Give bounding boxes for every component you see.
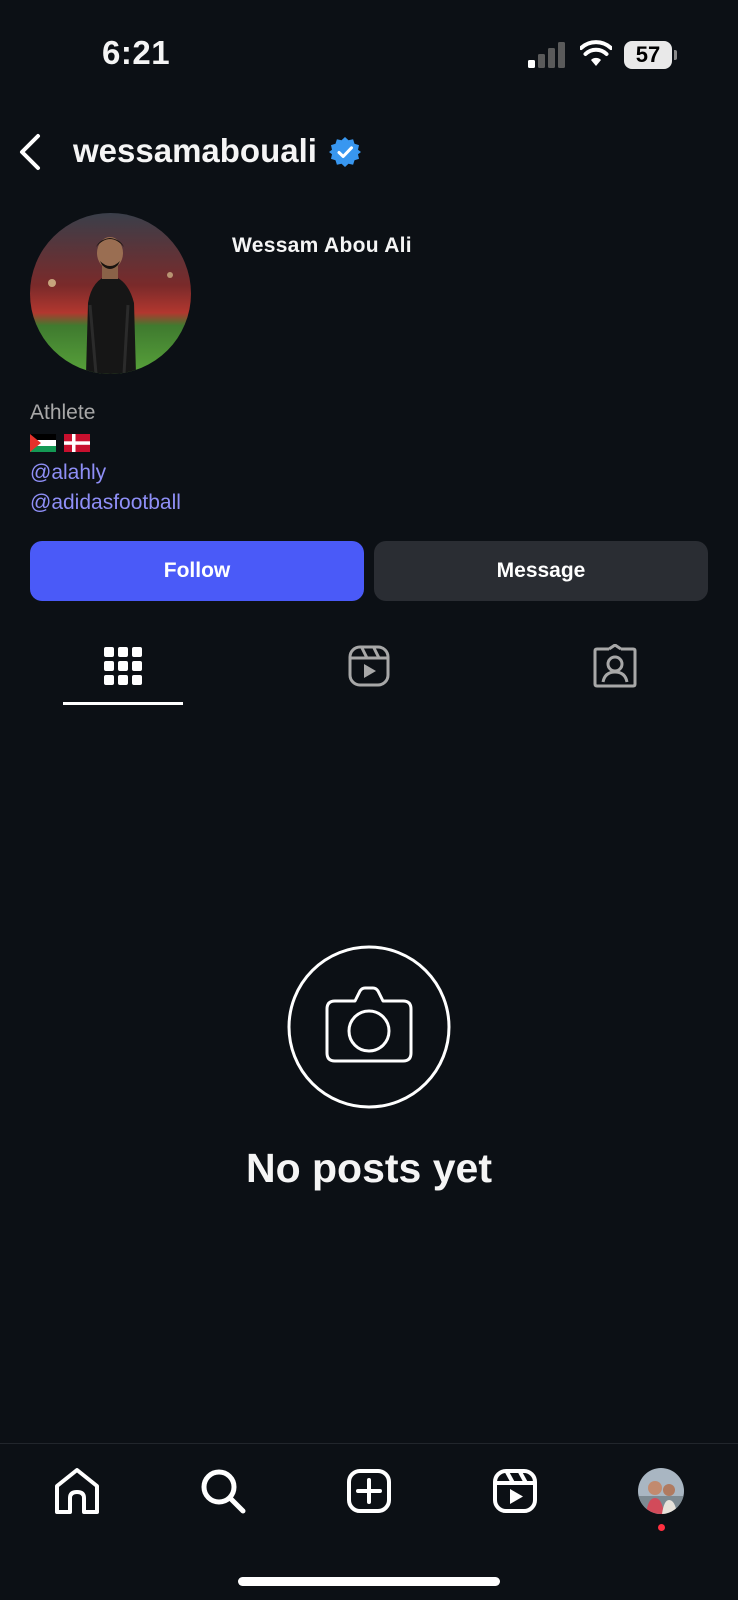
palestine-flag-icon (30, 434, 56, 452)
tab-tagged[interactable] (555, 632, 675, 704)
message-button[interactable]: Message (374, 541, 708, 601)
tagged-icon (593, 644, 637, 688)
flags-row (30, 428, 181, 458)
tab-posts-grid[interactable] (63, 632, 183, 704)
verified-badge-icon (329, 137, 361, 167)
status-time: 6:21 (102, 34, 171, 71)
grid-icon (104, 647, 142, 685)
wifi-icon (580, 40, 612, 66)
profile-tabs (0, 632, 738, 708)
create-icon[interactable] (344, 1466, 394, 1516)
reels-nav-icon[interactable] (490, 1466, 540, 1516)
profile-display-name: Wessam Abou Ali (232, 234, 412, 257)
profile-avatar-nav[interactable] (638, 1468, 684, 1514)
cellular-signal-icon (528, 42, 565, 68)
active-tab-indicator (63, 702, 183, 705)
home-indicator (238, 1577, 500, 1586)
tab-reels[interactable] (309, 632, 429, 704)
status-bar: 6:21 57 (0, 0, 738, 100)
battery-icon: 57 (624, 41, 677, 69)
empty-state-text: No posts yet (245, 1145, 493, 1191)
denmark-flag-icon (64, 434, 90, 452)
profile-avatar[interactable] (30, 213, 191, 374)
battery-level: 57 (624, 41, 672, 69)
profile-username: wessamabouali (73, 132, 317, 169)
camera-icon (287, 945, 451, 1109)
notification-dot (658, 1524, 665, 1531)
reels-icon (348, 645, 390, 687)
profile-category: Athlete (30, 401, 96, 424)
bio-link-adidasfootball[interactable]: @adidasfootball (30, 488, 181, 518)
home-icon[interactable] (52, 1466, 102, 1516)
follow-button[interactable]: Follow (30, 541, 364, 601)
profile-header: wessamabouali (0, 120, 738, 186)
bio-link-alahly[interactable]: @alahly (30, 458, 181, 488)
profile-bio: Athlete @alahly @adidasfootball (30, 398, 181, 518)
search-icon[interactable] (198, 1466, 248, 1516)
back-arrow-icon[interactable] (12, 130, 52, 174)
